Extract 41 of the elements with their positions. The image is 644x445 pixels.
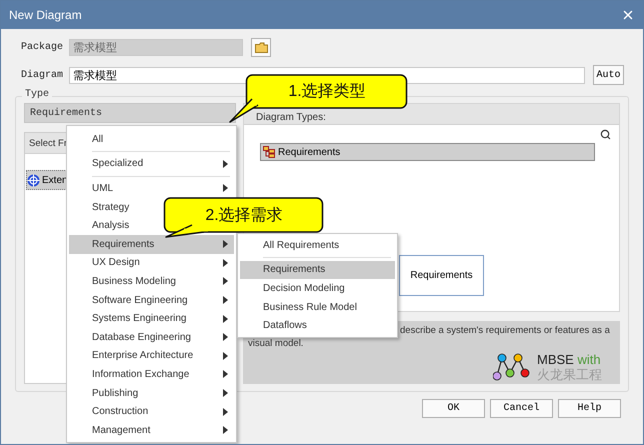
menu-item[interactable]: Construction	[69, 402, 234, 421]
menu-item[interactable]: Information Exchange	[69, 365, 234, 384]
diagram-preview: Requirements	[399, 255, 484, 296]
header-text: Select Fr	[29, 138, 68, 148]
group-label: Type	[22, 89, 52, 100]
folder-icon	[254, 42, 268, 52]
dialog-button[interactable]: Cancel	[490, 399, 553, 418]
menu-item[interactable]: Requirements	[69, 234, 234, 254]
menu-item[interactable]: Management	[69, 420, 234, 440]
window-title: New Diagram	[9, 8, 82, 22]
menu-item[interactable]: Dataflows	[240, 316, 395, 335]
package-field[interactable]: 需求模型	[69, 38, 243, 56]
dialog-button[interactable]: OK	[422, 399, 485, 418]
menu-item[interactable]: UX Design	[69, 254, 234, 272]
menu-item[interactable]: Publishing	[69, 384, 234, 402]
menu-item[interactable]: Database Engineering	[69, 328, 234, 347]
menu-item[interactable]: All	[69, 130, 234, 149]
browse-button[interactable]	[251, 38, 271, 56]
menu-item[interactable]: Business Modeling	[69, 272, 234, 291]
description-text: describe a system's requirements or features as a	[400, 324, 610, 337]
menu-item[interactable]: Specialized	[69, 154, 234, 174]
menu-item[interactable]: Software Engineering	[69, 290, 234, 310]
menu-item[interactable]: UML	[69, 179, 234, 198]
menu-item[interactable]: Decision Modeling	[240, 279, 395, 298]
description-text: visual model.	[248, 337, 304, 350]
search-button[interactable]	[600, 129, 611, 140]
close-icon	[621, 8, 635, 22]
menu-item[interactable]: Requirements	[240, 260, 395, 280]
field-label: Package	[21, 42, 64, 52]
diagram-icon	[263, 146, 275, 158]
logo-title: MBSE with	[537, 352, 602, 367]
field-label: Diagram	[21, 70, 64, 80]
header-text: Diagram Types:	[255, 110, 326, 122]
menu-item[interactable]: All Requirements	[240, 236, 395, 255]
menu-item[interactable]: Systems Engineering	[69, 309, 234, 328]
diagram-type-item[interactable]: Requirements	[260, 143, 595, 161]
menu-item[interactable]: Enterprise Architecture	[69, 346, 234, 366]
menu-item[interactable]: Business Rule Model	[240, 298, 395, 316]
auto-button[interactable]: Auto	[593, 65, 624, 85]
dialog-button[interactable]: Help	[558, 399, 621, 418]
diagram-type-combo[interactable]: Requirements	[24, 103, 236, 123]
